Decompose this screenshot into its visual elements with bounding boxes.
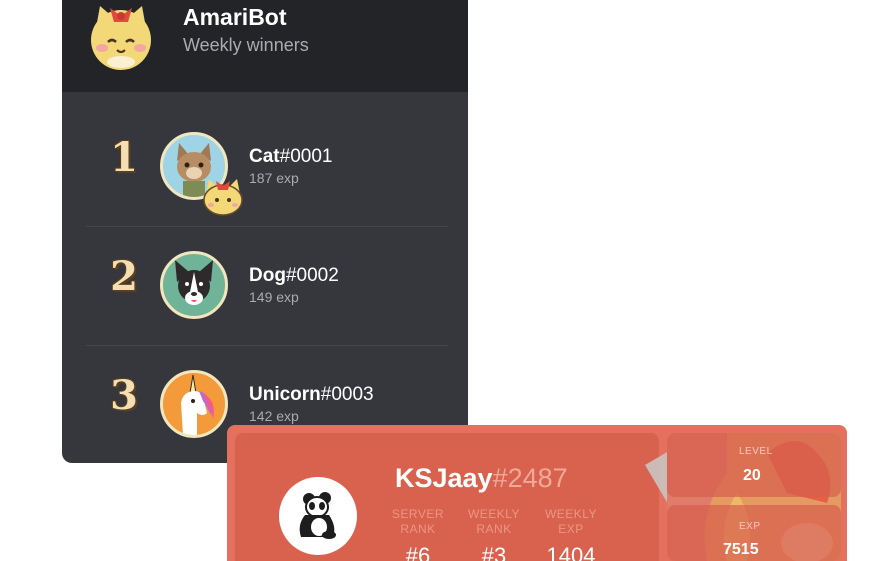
exp-label: EXP bbox=[739, 521, 761, 532]
leaderboard-entry[interactable]: 2 Dog#0002 149 exp bbox=[62, 217, 468, 335]
entry-tag: #0001 bbox=[279, 146, 333, 167]
unicorn-avatar-icon bbox=[160, 370, 228, 438]
exp-value: 7515 bbox=[723, 541, 759, 558]
exp-box: EXP 7515 bbox=[667, 505, 841, 561]
stat-label-line2: RANK bbox=[400, 522, 436, 536]
level-box: LEVEL 20 bbox=[667, 433, 841, 497]
weekly-leaderboard-panel: AmariBot Weekly winners 1 Cat#0001 187 e… bbox=[62, 0, 468, 463]
entry-tag: #0002 bbox=[285, 265, 339, 286]
stat-value: 1404 bbox=[546, 543, 596, 561]
rank-card-main: KSJaay#2487 SERVER RANK #6 WEEKLY RANK #… bbox=[235, 433, 659, 561]
card-username: KSJaay#2487 bbox=[395, 463, 568, 494]
entry-name: Dog bbox=[249, 265, 286, 286]
card-username-name: KSJaay bbox=[395, 463, 493, 493]
entry-name: Cat bbox=[249, 146, 280, 167]
rank-number: 1 bbox=[110, 134, 138, 181]
stat-label: WEEKLY EXP bbox=[536, 507, 606, 537]
rank-number: 3 bbox=[110, 372, 138, 419]
bot-name: AmariBot bbox=[183, 4, 287, 30]
stat-label-line2: RANK bbox=[476, 522, 512, 536]
stat-value: #6 bbox=[405, 543, 431, 561]
stat-label: SERVER RANK bbox=[383, 507, 453, 537]
stat-value: #3 bbox=[481, 543, 507, 561]
rank-card: KSJaay#2487 SERVER RANK #6 WEEKLY RANK #… bbox=[227, 425, 847, 561]
panda-avatar-icon bbox=[279, 477, 357, 555]
entry-name: Unicorn bbox=[249, 384, 321, 405]
entry-exp: 142 exp bbox=[249, 408, 299, 424]
rank-card-sidebar: LEVEL 20 EXP 7515 bbox=[667, 433, 841, 561]
leaderboard-header: AmariBot Weekly winners bbox=[62, 0, 468, 92]
entry-exp: 187 exp bbox=[249, 170, 299, 186]
entry-tag: #0003 bbox=[320, 384, 374, 405]
cat-mascot-badge-icon bbox=[203, 179, 243, 216]
cat-mascot-icon bbox=[91, 6, 151, 70]
entry-username[interactable]: Unicorn#0003 bbox=[249, 384, 374, 406]
stat-label-line1: SERVER bbox=[391, 507, 445, 521]
stat-label-line1: WEEKLY bbox=[467, 507, 521, 521]
stat-label: WEEKLY RANK bbox=[459, 507, 529, 537]
entry-username[interactable]: Cat#0001 bbox=[249, 146, 332, 168]
rank-number: 2 bbox=[110, 253, 138, 300]
leaderboard-entry[interactable]: 1 Cat#0001 187 exp bbox=[62, 98, 468, 216]
dog-avatar-icon bbox=[160, 251, 228, 319]
entry-exp: 149 exp bbox=[249, 289, 299, 305]
card-username-tag: #2487 bbox=[492, 463, 568, 493]
leaderboard-subtitle: Weekly winners bbox=[183, 35, 309, 55]
stat-label-line1: WEEKLY bbox=[544, 507, 598, 521]
level-label: LEVEL bbox=[739, 446, 773, 457]
level-value: 20 bbox=[743, 467, 761, 484]
stat-label-line2: EXP bbox=[558, 522, 584, 536]
entry-username[interactable]: Dog#0002 bbox=[249, 265, 339, 287]
